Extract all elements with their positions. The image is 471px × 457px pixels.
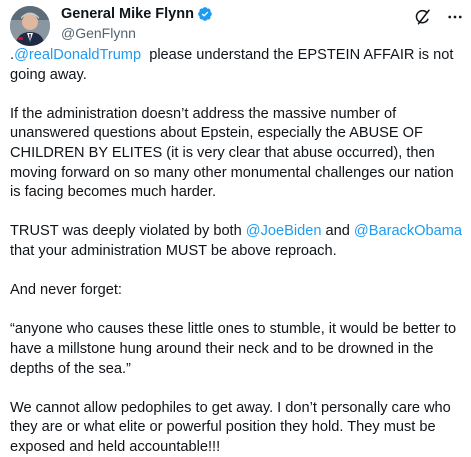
post-text: and — [321, 223, 354, 240]
avatar[interactable] — [10, 6, 50, 46]
verified-badge-icon[interactable] — [197, 6, 213, 22]
post-paragraph: TRUST was deeply violated by both @JoeBi… — [10, 222, 465, 261]
post-paragraph: .@realDonaldTrump please understand the … — [10, 46, 465, 85]
post-paragraph: If the administration doesn’t address th… — [10, 105, 454, 201]
grok-icon[interactable] — [413, 7, 433, 27]
author-display-name[interactable]: General Mike Flynn — [61, 5, 194, 23]
author-block: General Mike Flynn @GenFlynn — [61, 5, 213, 42]
post-header: General Mike Flynn @GenFlynn — [10, 4, 465, 46]
author-name-row: General Mike Flynn — [61, 5, 213, 23]
avatar-image — [10, 6, 50, 46]
post-paragraph: And never forget: — [10, 282, 122, 299]
post-body: .@realDonaldTrump please understand the … — [10, 46, 465, 457]
post-paragraph: “anyone who causes these little ones to … — [10, 321, 457, 377]
post-text: TRUST was deeply violated by both — [10, 223, 246, 240]
post-paragraph: We cannot allow pedophiles to get away. … — [10, 399, 451, 455]
mention-link-realdonaldtrump[interactable]: @realDonaldTrump — [14, 47, 141, 63]
post-text: that your administration MUST be above r… — [10, 242, 337, 259]
more-icon[interactable] — [445, 7, 465, 27]
mention-link-joebiden[interactable]: @JoeBiden — [246, 223, 322, 239]
mention-link-barackobama[interactable]: @BarackObama — [354, 223, 462, 239]
author-handle[interactable]: @GenFlynn — [61, 24, 213, 42]
header-actions — [413, 7, 465, 27]
